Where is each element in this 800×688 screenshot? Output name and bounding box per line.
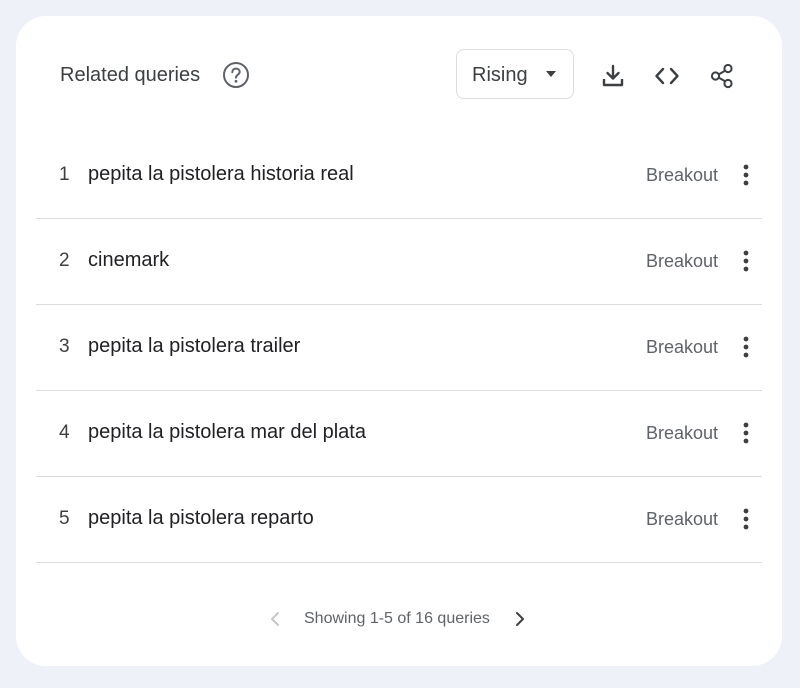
more-vert-icon[interactable] (740, 249, 752, 273)
query-value: Breakout (645, 509, 718, 529)
query-row[interactable]: 2 cinemark Breakout (36, 219, 762, 305)
chevron-left-icon (265, 609, 285, 629)
query-text[interactable]: pepita la pistolera mar del plata (88, 420, 366, 444)
query-row[interactable]: 1 pepita la pistolera historia real Brea… (36, 133, 762, 219)
query-rank: 2 (59, 250, 70, 271)
more-vert-icon[interactable] (740, 335, 752, 359)
query-row[interactable]: 5 pepita la pistolera reparto Breakout (36, 477, 762, 563)
card-header: Related queries Rising (16, 16, 782, 134)
query-list: 1 pepita la pistolera historia real Brea… (36, 133, 762, 563)
help-circle-icon[interactable] (221, 60, 251, 90)
query-value: Breakout (645, 423, 718, 443)
more-vert-icon[interactable] (740, 163, 752, 187)
query-row[interactable]: 4 pepita la pistolera mar del plata Brea… (36, 391, 762, 477)
query-value: Breakout (645, 165, 718, 185)
query-rank: 1 (59, 164, 70, 185)
query-text[interactable]: pepita la pistolera historia real (88, 162, 354, 186)
caret-down-icon (546, 71, 556, 77)
sort-dropdown[interactable]: Rising (456, 49, 574, 99)
download-icon[interactable] (599, 62, 627, 90)
pagination-status: Showing 1-5 of 16 queries (304, 610, 490, 627)
related-queries-card: Related queries Rising 1 pepita la pisto… (16, 16, 782, 666)
query-text[interactable]: cinemark (88, 248, 169, 272)
query-rank: 3 (59, 336, 70, 357)
chevron-right-icon[interactable] (510, 609, 530, 629)
query-text[interactable]: pepita la pistolera reparto (88, 506, 314, 530)
widget-title: Related queries (60, 64, 201, 86)
more-vert-icon[interactable] (740, 421, 752, 445)
query-row[interactable]: 3 pepita la pistolera trailer Breakout (36, 305, 762, 391)
pagination: Showing 1-5 of 16 queries (16, 604, 782, 634)
sort-dropdown-value: Rising (472, 64, 528, 86)
query-text[interactable]: pepita la pistolera trailer (88, 334, 300, 358)
query-value: Breakout (645, 337, 718, 357)
query-rank: 4 (59, 422, 70, 443)
embed-code-icon[interactable] (653, 62, 681, 90)
more-vert-icon[interactable] (740, 507, 752, 531)
query-value: Breakout (645, 251, 718, 271)
share-icon[interactable] (708, 62, 736, 90)
query-rank: 5 (59, 508, 70, 529)
